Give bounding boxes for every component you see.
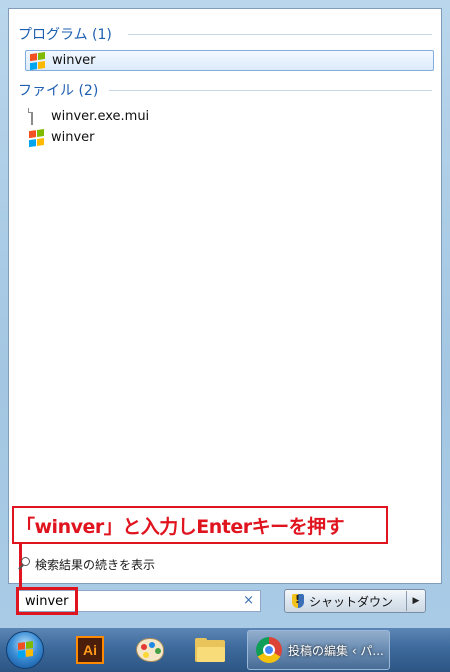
windows-logo-icon xyxy=(29,128,45,147)
see-more-label: 検索結果の続きを表示 xyxy=(35,557,156,572)
chrome-icon xyxy=(256,637,282,663)
result-item-winver-file[interactable]: winver xyxy=(25,127,434,148)
illustrator-icon: Ai xyxy=(76,636,104,664)
see-more-results-link[interactable]: 検索結果の続きを表示 xyxy=(17,555,155,573)
taskbar-paint[interactable] xyxy=(124,630,176,670)
taskbar-illustrator[interactable]: Ai xyxy=(64,630,116,670)
search-highlight-box xyxy=(16,587,78,615)
shutdown-button[interactable]: シャットダウン ▶ xyxy=(284,589,426,613)
result-item-winver-exe-mui[interactable]: winver.exe.mui xyxy=(25,106,434,127)
result-item-label: winver.exe.mui xyxy=(51,109,150,124)
paint-palette-icon xyxy=(136,638,164,662)
instruction-callout: 「winver」と入力しEnterキーを押す xyxy=(12,506,388,544)
result-item-label: winver xyxy=(51,130,95,145)
section-divider xyxy=(128,34,432,35)
shutdown-options-arrow-icon[interactable]: ▶ xyxy=(407,596,425,606)
uac-shield-icon xyxy=(292,593,304,608)
magnifier-icon xyxy=(17,557,31,571)
section-divider xyxy=(109,90,432,91)
result-item-label: winver xyxy=(52,53,96,68)
taskbar-chrome-window[interactable]: 投稿の編集 ‹ パ... xyxy=(247,630,390,670)
search-results-pane: プログラム (1) winver ファイル (2) winver.exe.mui… xyxy=(8,8,442,584)
folder-icon xyxy=(195,638,225,662)
section-title-files: ファイル (2) xyxy=(18,83,99,99)
taskbar: Ai 投稿の編集 ‹ パ... xyxy=(0,628,450,672)
clear-search-icon[interactable]: × xyxy=(243,592,254,610)
result-item-winver-program[interactable]: winver xyxy=(25,50,434,71)
shutdown-label: シャットダウン xyxy=(309,594,394,609)
windows-logo-icon xyxy=(30,51,46,70)
start-button[interactable] xyxy=(6,631,44,669)
section-title-programs: プログラム (1) xyxy=(18,27,112,43)
windows-logo-icon xyxy=(18,640,33,659)
document-icon xyxy=(29,107,45,125)
taskbar-explorer[interactable] xyxy=(184,630,236,670)
taskbar-window-title: 投稿の編集 ‹ パ... xyxy=(288,643,384,658)
start-menu-window: プログラム (1) winver ファイル (2) winver.exe.mui… xyxy=(0,0,450,628)
